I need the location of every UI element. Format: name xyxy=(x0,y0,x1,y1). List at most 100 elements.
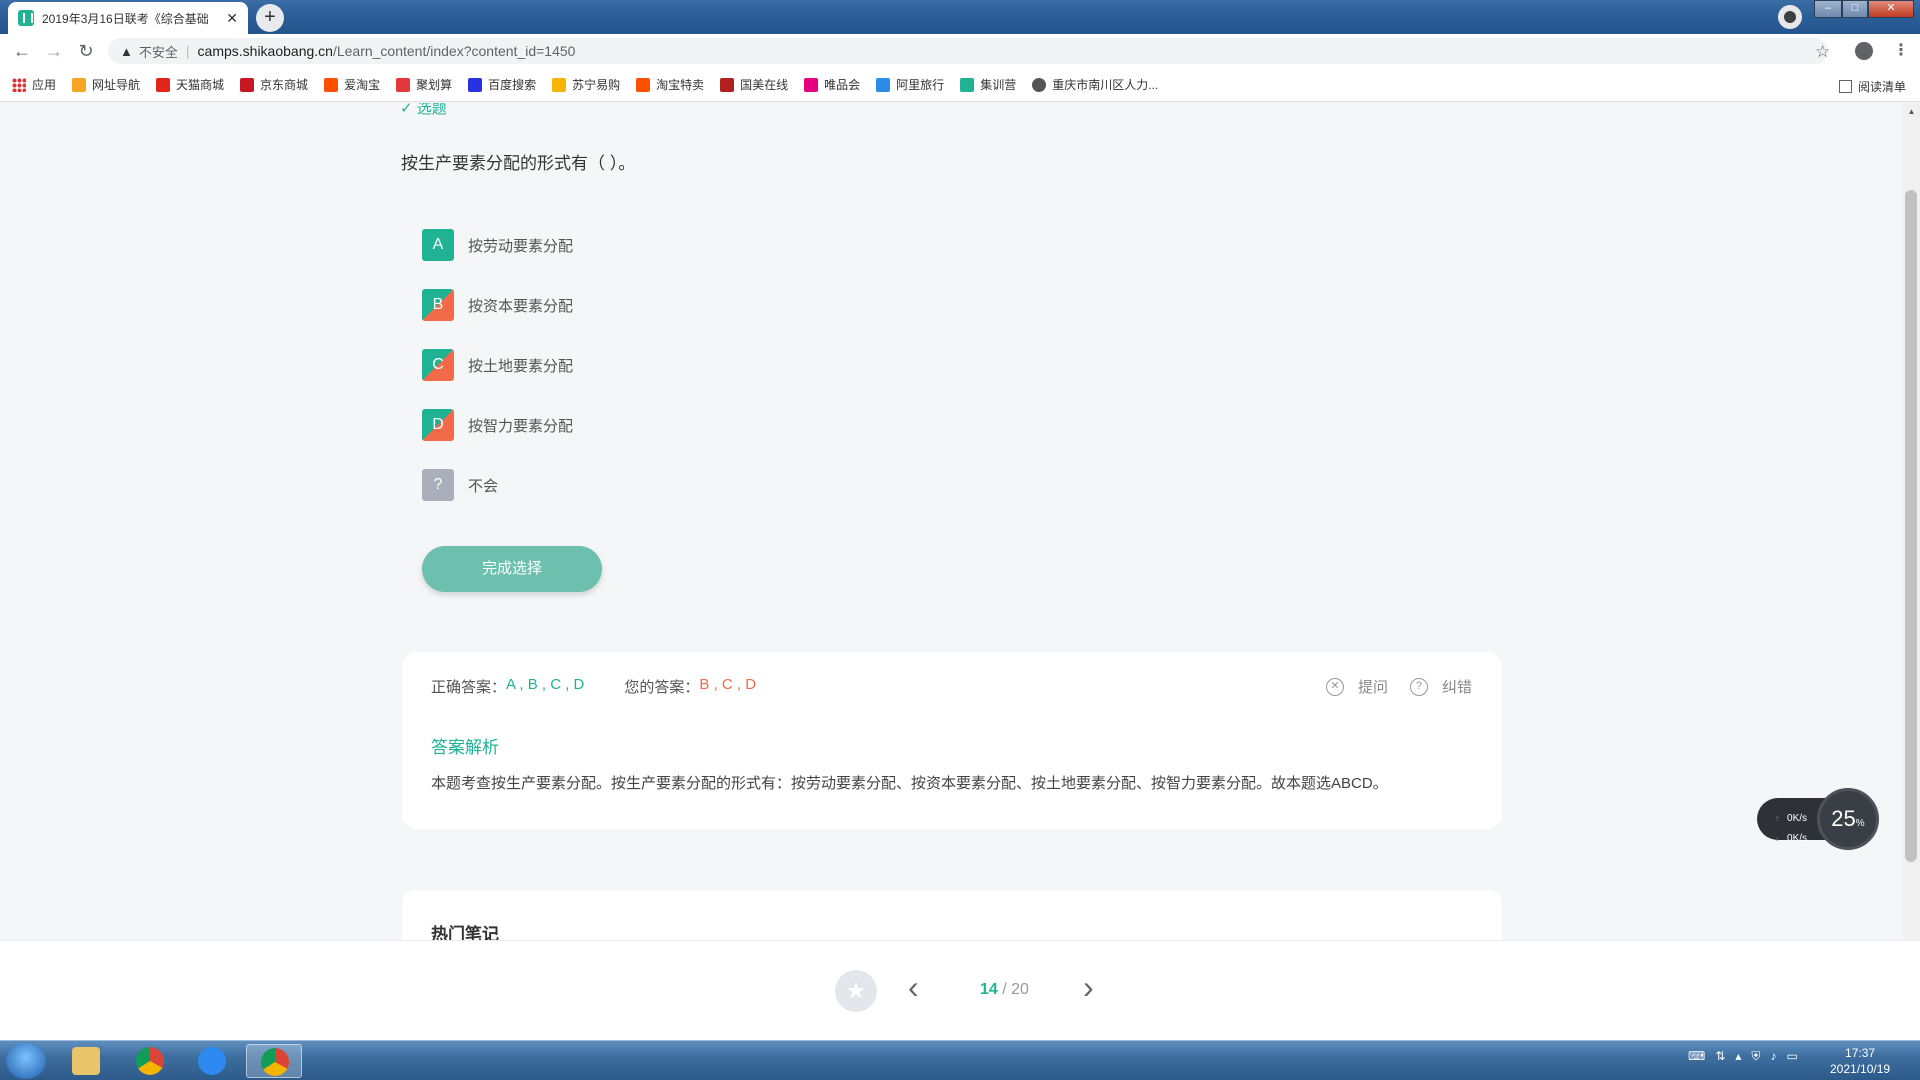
bookmark-item[interactable]: 重庆市南川区人力... xyxy=(1032,76,1158,93)
account-avatar-icon[interactable] xyxy=(1855,42,1873,60)
reload-icon[interactable]: ↻ xyxy=(76,41,96,61)
answer-card: 正确答案： A , B , C , D 您的答案： B , C , D ✕ 提问… xyxy=(402,652,1502,829)
bookmark-favicon-icon xyxy=(468,77,483,92)
apps-grid-icon xyxy=(12,77,26,92)
scroll-thumb[interactable] xyxy=(1905,190,1917,862)
option-text: 不会 xyxy=(468,477,499,495)
tab-close-icon[interactable]: ✕ xyxy=(226,10,238,27)
bookmark-favicon-icon xyxy=(720,77,735,92)
keyboard-icon[interactable]: ⌨ xyxy=(1688,1049,1705,1064)
taskbar-chrome-active[interactable] xyxy=(246,1044,302,1078)
windows-taskbar: ⌨ ⇅ ▴ ⛨ ♪ ▭ 17:37 2021/10/19 xyxy=(0,1040,1920,1080)
address-bar-row: ← → ↻ ▲ 不安全 | camps.shikaobang.cn /Learn… xyxy=(0,34,1920,68)
network-icon[interactable]: ⇅ xyxy=(1715,1049,1725,1064)
chrome-icon xyxy=(136,1047,164,1075)
option-text: 按土地要素分配 xyxy=(468,357,574,375)
option-letter: ? xyxy=(422,469,454,501)
option-unknown[interactable]: ? 不会 xyxy=(422,469,498,501)
action-center-icon[interactable]: ▭ xyxy=(1786,1049,1797,1064)
url-path: /Learn_content/index?content_id=1450 xyxy=(332,43,576,59)
memory-usage-circle[interactable]: 25% xyxy=(1817,788,1879,850)
report-error-button[interactable]: 纠错 xyxy=(1442,676,1472,697)
url-omnibox[interactable]: ▲ 不安全 | camps.shikaobang.cn /Learn_conte… xyxy=(108,38,1828,64)
option-a[interactable]: A 按劳动要素分配 xyxy=(422,229,573,261)
bookmark-apps[interactable]: 应用 xyxy=(12,76,56,93)
tab-search-icon[interactable] xyxy=(1778,5,1802,29)
your-answer-label: 您的答案： xyxy=(624,679,700,696)
system-tray: ⌨ ⇅ ▴ ⛨ ♪ ▭ xyxy=(1688,1049,1798,1064)
bookmark-item[interactable]: 爱淘宝 xyxy=(324,76,380,93)
correct-answer-label: 正确答案： xyxy=(431,679,507,696)
option-letter: A xyxy=(422,229,454,261)
bookmark-item[interactable]: 唯品会 xyxy=(804,76,860,93)
bookmark-item[interactable]: 苏宁易购 xyxy=(552,76,620,93)
finish-selection-button[interactable]: 完成选择 xyxy=(422,546,602,592)
start-button[interactable] xyxy=(6,1043,46,1079)
tab-title: 2019年3月16日联考《综合基础 xyxy=(42,11,209,26)
bookmark-favicon-icon xyxy=(552,77,567,92)
scroll-up-arrow-icon[interactable]: ▲ xyxy=(1903,103,1920,120)
bookmark-item[interactable]: 聚划算 xyxy=(396,76,452,93)
bookmark-item[interactable]: 百度搜索 xyxy=(468,76,536,93)
site-favicon-icon xyxy=(18,10,34,26)
page-content: ✓ 选题 按生产要素分配的形式有（ ）。 A 按劳动要素分配 B 按资本要素分配… xyxy=(0,103,1920,940)
tray-expand-icon[interactable]: ▴ xyxy=(1735,1049,1741,1064)
chrome-icon xyxy=(261,1048,289,1076)
bookmark-favicon-icon xyxy=(324,77,339,92)
back-arrow-icon[interactable]: ← xyxy=(12,41,32,61)
bookmark-item[interactable]: 京东商城 xyxy=(240,76,308,93)
hot-notes-title: 热门笔记 xyxy=(431,925,499,940)
bookmark-star-icon[interactable]: ☆ xyxy=(1815,42,1830,62)
browser-menu-icon[interactable]: ⋮ xyxy=(1893,40,1909,60)
analysis-title: 答案解析 xyxy=(431,738,499,757)
option-text: 按资本要素分配 xyxy=(468,297,574,315)
network-speed-widget[interactable]: ↑ 0K/s ↓ 0K/s 25% xyxy=(1757,788,1879,850)
reading-list-button[interactable]: 阅读清单 xyxy=(1838,78,1906,95)
download-speed: ↓ 0K/s xyxy=(1775,833,1808,844)
pager-bar: ★ ‹ 14 / 20 › xyxy=(0,940,1920,1040)
hot-notes-card: 热门笔记 xyxy=(402,890,1502,940)
shield-icon[interactable]: ⛨ xyxy=(1751,1049,1760,1064)
taskbar-ie[interactable] xyxy=(184,1044,240,1078)
browser-tab-strip: 2019年3月16日联考《综合基础 ✕ + – □ ✕ xyxy=(0,0,1920,34)
taskbar-chrome[interactable] xyxy=(122,1044,178,1078)
page-scrollbar[interactable]: ▲ xyxy=(1903,103,1920,940)
volume-icon[interactable]: ♪ xyxy=(1770,1049,1776,1064)
favorite-star-icon[interactable]: ★ xyxy=(835,970,877,1012)
help-circle-icon[interactable]: ? xyxy=(1409,677,1428,696)
bookmarks-bar: 应用 网址导航 天猫商城 京东商城 爱淘宝 聚划算 百度搜索 苏宁易购 淘宝特卖… xyxy=(0,68,1920,102)
forward-arrow-icon[interactable]: → xyxy=(44,41,64,61)
globe-icon xyxy=(1032,77,1047,92)
browser-tab[interactable]: 2019年3月16日联考《综合基础 ✕ xyxy=(8,2,248,34)
bookmark-item[interactable]: 阿里旅行 xyxy=(876,76,944,93)
card-actions: ✕ 提问 ? 纠错 xyxy=(1325,676,1472,697)
bookmark-item[interactable]: 网址导航 xyxy=(72,76,140,93)
taskbar-explorer[interactable] xyxy=(58,1044,114,1078)
analysis-text: 本题考查按生产要素分配。按生产要素分配的形式有：按劳动要素分配、按资本要素分配、… xyxy=(431,775,1388,792)
reading-list-icon xyxy=(1838,80,1852,93)
option-c[interactable]: C 按土地要素分配 xyxy=(422,349,573,381)
previous-chevron-icon[interactable]: ‹ xyxy=(908,969,919,1006)
bookmark-item[interactable]: 天猫商城 xyxy=(156,76,224,93)
option-letter: C xyxy=(422,349,454,381)
option-d[interactable]: D 按智力要素分配 xyxy=(422,409,573,441)
bookmark-item[interactable]: 淘宝特卖 xyxy=(636,76,704,93)
taskbar-clock[interactable]: 17:37 2021/10/19 xyxy=(1830,1045,1890,1077)
ask-button[interactable]: 提问 xyxy=(1358,676,1388,697)
bookmark-favicon-icon xyxy=(396,77,411,92)
clock-date: 2021/10/19 xyxy=(1830,1062,1891,1076)
bookmark-item[interactable]: 国美在线 xyxy=(720,76,788,93)
folder-icon xyxy=(72,1047,100,1075)
window-maximize-button[interactable]: □ xyxy=(1842,0,1868,18)
option-b[interactable]: B 按资本要素分配 xyxy=(422,289,573,321)
new-tab-button[interactable]: + xyxy=(256,4,284,32)
option-letter: B xyxy=(422,289,454,321)
bookmark-favicon-icon xyxy=(804,77,819,92)
next-chevron-icon[interactable]: › xyxy=(1083,969,1094,1006)
window-minimize-button[interactable]: – xyxy=(1814,0,1842,18)
internet-explorer-icon xyxy=(198,1047,226,1075)
ask-icon[interactable]: ✕ xyxy=(1325,677,1344,696)
bookmark-item[interactable]: 集训营 xyxy=(960,76,1016,93)
bookmark-favicon-icon xyxy=(240,77,255,92)
window-close-button[interactable]: ✕ xyxy=(1868,0,1914,18)
